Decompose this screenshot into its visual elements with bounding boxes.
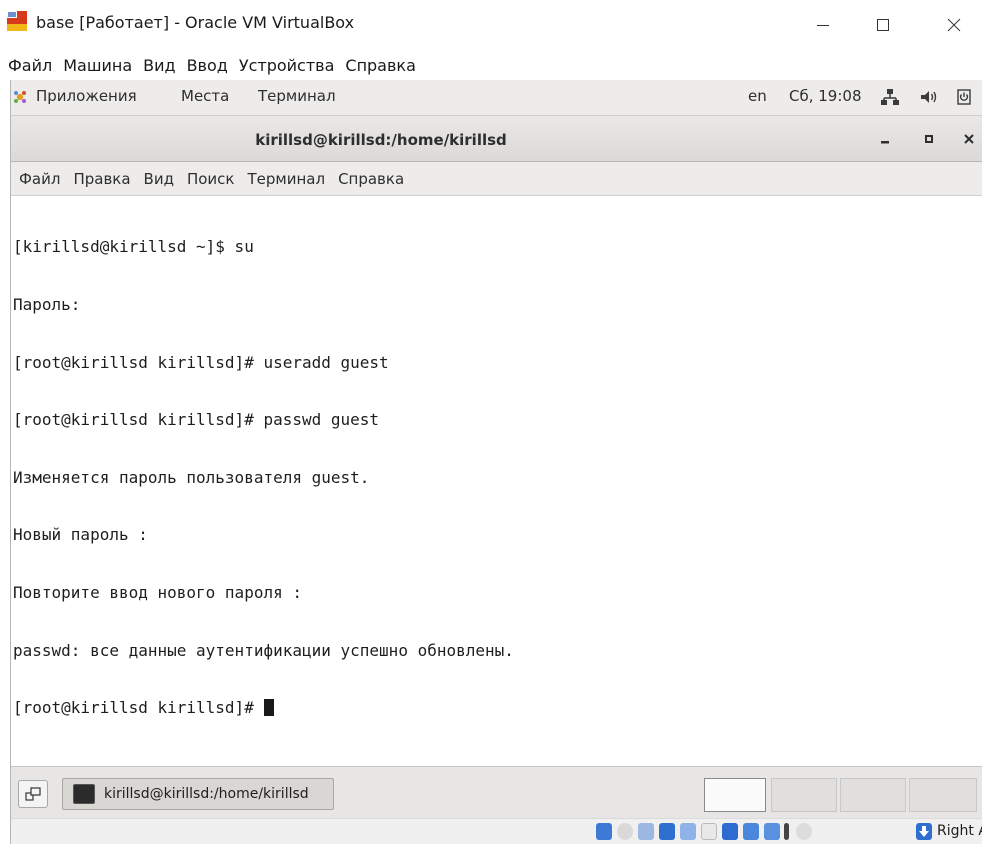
close-icon <box>947 18 961 32</box>
terminal-line: [kirillsd@kirillsd ~]$ su <box>13 237 254 257</box>
terminal-menu-help[interactable]: Справка <box>338 170 404 188</box>
clock[interactable]: Сб, 19:08 <box>789 87 862 105</box>
maximize-icon <box>877 19 889 31</box>
host-key-label: Right Alt <box>937 823 982 839</box>
status-separator-icon <box>784 823 789 840</box>
maximize-icon <box>925 135 933 143</box>
host-menu-help[interactable]: Справка <box>345 56 416 75</box>
host-menu-file[interactable]: Файл <box>8 56 52 75</box>
mouse-integration-icon[interactable] <box>796 823 812 840</box>
taskbar-item-label: kirillsd@kirillsd:/home/kirillsd <box>104 786 309 802</box>
terminal-menu-edit[interactable]: Правка <box>73 170 130 188</box>
cpu-icon[interactable] <box>764 823 780 840</box>
minimize-icon <box>881 141 889 144</box>
host-menu-devices[interactable]: Устройства <box>239 56 335 75</box>
audio-icon[interactable] <box>638 823 654 840</box>
terminal-icon <box>73 784 95 804</box>
terminal-menu-view[interactable]: Вид <box>144 170 174 188</box>
terminal-line: [root@kirillsd kirillsd]# passwd guest <box>13 410 380 430</box>
terminal-prompt: [root@kirillsd kirillsd]# <box>13 698 254 718</box>
host-menu-view[interactable]: Вид <box>143 56 175 75</box>
terminal-menu-search[interactable]: Поиск <box>187 170 235 188</box>
close-icon <box>964 134 974 144</box>
recording-icon[interactable] <box>743 823 759 840</box>
minimize-icon <box>817 25 829 26</box>
terminal-prompt-line: [root@kirillsd kirillsd]# <box>13 698 514 717</box>
terminal-text: [kirillsd@kirillsd ~]$ su Пароль: [root@… <box>13 199 514 737</box>
workspace-3[interactable] <box>840 778 906 812</box>
terminal-maximize-button[interactable] <box>918 128 940 150</box>
maximize-button[interactable] <box>863 8 903 42</box>
workspace-1[interactable] <box>704 778 766 812</box>
network-icon[interactable] <box>880 88 900 106</box>
show-desktop-button[interactable] <box>18 780 48 808</box>
terminal-line: Новый пароль : <box>13 525 148 545</box>
terminal-line: [root@kirillsd kirillsd]# useradd guest <box>13 352 389 372</box>
volume-icon[interactable] <box>919 88 939 106</box>
keyboard-layout-indicator[interactable]: en <box>748 87 767 105</box>
workspace-4[interactable] <box>909 778 977 812</box>
applications-menu[interactable]: Приложения <box>36 87 137 105</box>
host-menu-bar: Файл Машина Вид Ввод Устройства Справка <box>0 50 982 80</box>
power-icon[interactable] <box>956 88 972 106</box>
host-key-arrow-icon <box>916 823 932 840</box>
terminal-minimize-button[interactable] <box>874 128 896 150</box>
terminal-line: Изменяется пароль пользователя guest. <box>13 467 370 487</box>
terminal-menu-file[interactable]: Файл <box>19 170 60 188</box>
terminal-line: Пароль: <box>13 295 81 314</box>
close-button[interactable] <box>934 8 974 42</box>
terminal-line: passwd: все данные аутентификации успешн… <box>13 640 514 660</box>
show-desktop-icon <box>25 787 41 801</box>
host-menu-machine[interactable]: Машина <box>63 56 132 75</box>
terminal-line: Повторите ввод нового пароля : <box>13 582 302 602</box>
places-menu[interactable]: Места <box>181 87 229 105</box>
terminal-cursor <box>263 699 274 717</box>
terminal-title: kirillsd@kirillsd:/home/kirillsd <box>255 131 507 149</box>
terminal-menu-bar: Файл Правка Вид Поиск Терминал Справка <box>11 162 982 196</box>
shared-folders-icon[interactable] <box>701 823 717 840</box>
terminal-menu-terminal[interactable]: Терминал <box>247 170 325 188</box>
virtualbox-status-bar <box>11 818 982 844</box>
terminal-launcher[interactable]: Терминал <box>258 87 336 105</box>
minimize-button[interactable] <box>803 8 843 42</box>
applications-icon <box>12 88 28 106</box>
hard-disk-icon[interactable] <box>596 823 612 840</box>
virtualbox-icon <box>7 11 27 31</box>
workspace-2[interactable] <box>771 778 837 812</box>
host-menu-input[interactable]: Ввод <box>187 56 228 75</box>
optical-drive-icon[interactable] <box>617 823 633 840</box>
display-icon[interactable] <box>722 823 738 840</box>
host-window-title: base [Работает] - Oracle VM VirtualBox <box>36 13 355 32</box>
terminal-close-button[interactable] <box>958 128 980 150</box>
network-adapter-icon[interactable] <box>659 823 675 840</box>
usb-icon[interactable] <box>680 823 696 840</box>
